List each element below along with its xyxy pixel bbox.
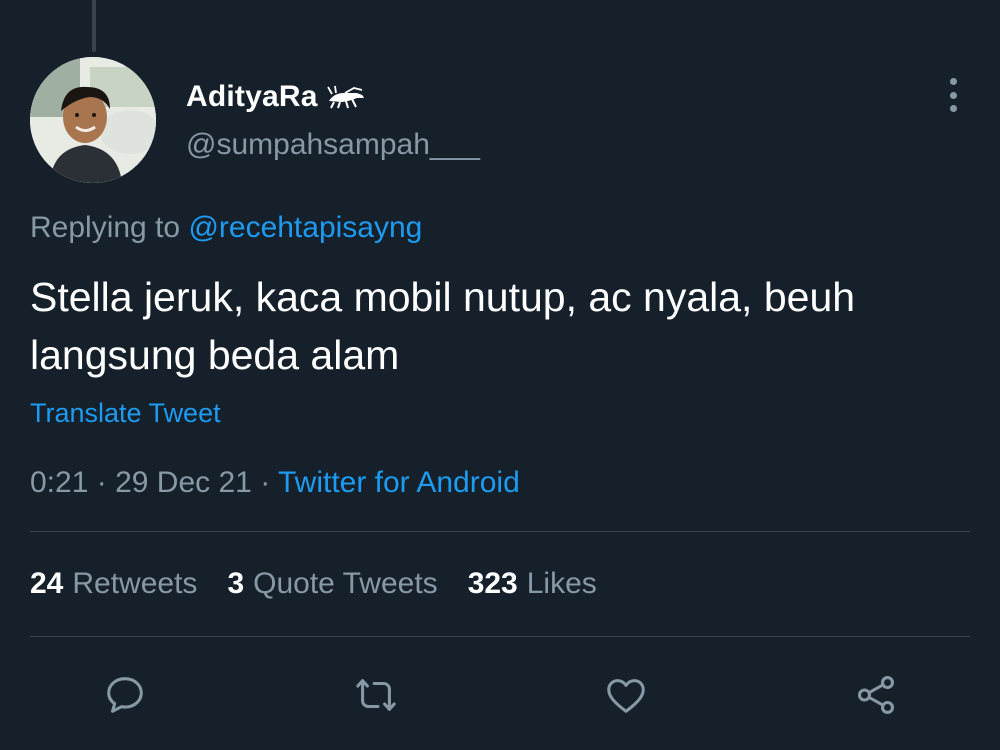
retweets-label: Retweets	[72, 567, 198, 600]
avatar[interactable]	[30, 57, 156, 183]
quote-tweets-stat[interactable]: 3 Quote Tweets	[227, 567, 437, 601]
share-icon	[857, 676, 895, 714]
divider	[30, 636, 970, 637]
reply-button[interactable]	[100, 670, 150, 720]
tweet-text: Stella jeruk, kaca mobil nutup, ac nyala…	[30, 274, 856, 378]
retweets-count: 24	[30, 567, 64, 600]
thread-connector-line	[92, 0, 96, 52]
like-icon	[607, 679, 645, 713]
replying-to-line: Replying to @recehtapisayng	[30, 211, 422, 245]
more-dots-icon	[949, 105, 957, 112]
tweet-time: 0:21	[30, 466, 89, 499]
likes-count: 323	[467, 567, 518, 600]
retweet-button[interactable]	[351, 670, 401, 720]
more-dots-icon	[949, 91, 957, 99]
reply-icon	[107, 677, 143, 713]
quote-tweets-count: 3	[227, 567, 245, 600]
quote-tweets-label: Quote Tweets	[253, 567, 438, 600]
tweet-date: 29 Dec 21	[115, 466, 252, 499]
translate-tweet-link[interactable]: Translate Tweet	[30, 398, 221, 429]
likes-stat[interactable]: 323 Likes	[468, 567, 597, 601]
retweet-icon	[356, 679, 396, 711]
retweets-stat[interactable]: 24 Retweets	[30, 567, 197, 601]
share-button[interactable]	[851, 670, 901, 720]
meta-separator: ·	[260, 466, 271, 499]
replying-to-mention-link[interactable]: @recehtapisayng	[188, 211, 422, 244]
likes-label: Likes	[526, 567, 597, 600]
tweet-metadata: 0:21 · 29 Dec 21 · Twitter for Android	[30, 466, 520, 500]
meta-separator: ·	[96, 466, 107, 499]
like-button[interactable]	[601, 670, 651, 720]
tweet-detail-screen: AdityaRa @sumpahsampah___ Replying to @r…	[0, 0, 1000, 750]
cricket-icon	[326, 84, 366, 110]
replying-prefix: Replying to	[30, 211, 181, 244]
author-display-name[interactable]: AdityaRa	[186, 80, 318, 114]
author-name-row[interactable]: AdityaRa	[186, 80, 366, 114]
divider	[30, 531, 970, 532]
tweet-source-link[interactable]: Twitter for Android	[278, 466, 520, 499]
author-handle[interactable]: @sumpahsampah___	[186, 128, 480, 162]
engagement-stats: 24 Retweets 3 Quote Tweets 323 Likes	[30, 567, 597, 601]
avatar-photo	[30, 57, 156, 183]
more-dots-icon	[949, 78, 957, 85]
more-options-button[interactable]	[938, 78, 968, 112]
